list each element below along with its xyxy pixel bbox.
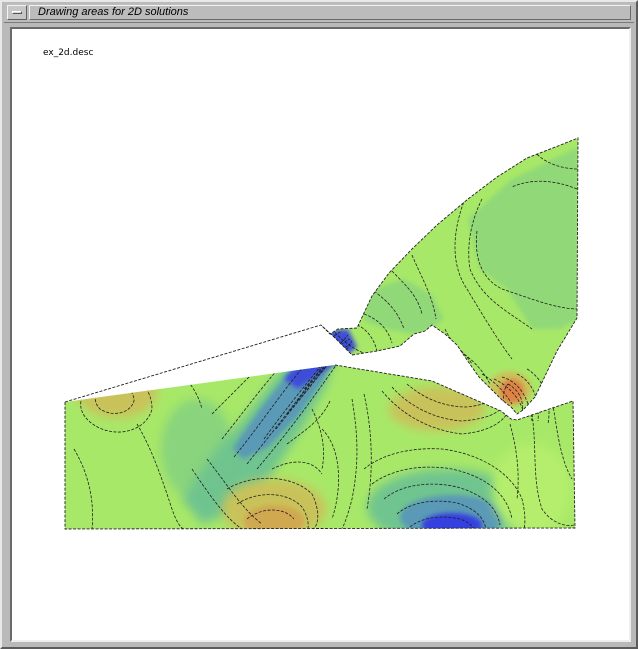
domain-region — [65, 138, 578, 529]
field-right-pale — [492, 444, 572, 529]
app-window: Drawing areas for 2D solutions ex_2d.des… — [0, 0, 638, 649]
title-area[interactable]: Drawing areas for 2D solutions — [29, 5, 631, 20]
solution-contour-plot[interactable] — [12, 29, 629, 640]
window-title: Drawing areas for 2D solutions — [38, 6, 189, 18]
drawing-area[interactable]: ex_2d.desc — [10, 27, 631, 642]
window-menu-icon — [12, 11, 22, 14]
field-left-olive — [77, 366, 157, 418]
field-center-green — [161, 399, 233, 499]
field-right-olive — [389, 387, 485, 431]
title-bar[interactable]: Drawing areas for 2D solutions — [4, 3, 634, 23]
field-hotspot-orange — [500, 379, 524, 403]
field-lower-blue — [422, 513, 482, 529]
window-menu-button[interactable] — [7, 5, 27, 20]
